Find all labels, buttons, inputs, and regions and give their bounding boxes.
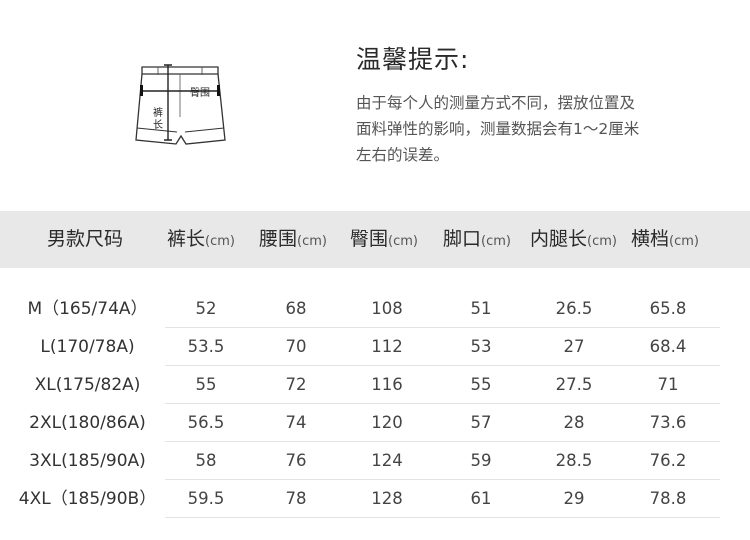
tip-body: 由于每个人的测量方式不同，摆放位置及 面料弹性的影响，测量数据会有1～2厘米 左… bbox=[356, 90, 696, 168]
tip-title: 温馨提示: bbox=[356, 45, 470, 74]
cell-hip: 128 bbox=[371, 489, 403, 508]
header-col-length: 裤长(cm) bbox=[167, 228, 235, 250]
cell-waist: 78 bbox=[285, 489, 307, 508]
tip-line-2: 面料弹性的影响，测量数据会有1～2厘米 bbox=[356, 120, 640, 138]
header-col-hip: 臀围(cm) bbox=[350, 228, 418, 250]
cell-waist: 76 bbox=[285, 451, 307, 470]
cell-leg-opening: 51 bbox=[470, 299, 492, 318]
cell-hip: 124 bbox=[371, 451, 403, 470]
table-row: XL(175/82A) 55 72 116 55 27.5 71 bbox=[0, 366, 750, 404]
cell-length: 56.5 bbox=[187, 413, 225, 432]
cell-rise: 71 bbox=[657, 375, 679, 394]
cell-leg-opening: 61 bbox=[470, 489, 492, 508]
cell-inseam: 28 bbox=[563, 413, 585, 432]
header-size: 男款尺码 bbox=[47, 228, 124, 250]
cell-inseam: 27.5 bbox=[555, 375, 593, 394]
shorts-measurement-diagram: 臀围 裤 长 bbox=[135, 64, 226, 145]
cell-rise: 68.4 bbox=[649, 337, 687, 356]
row-size: L(170/78A) bbox=[40, 337, 135, 357]
cell-waist: 70 bbox=[285, 337, 307, 356]
row-divider bbox=[165, 517, 720, 518]
length-label-top: 裤 bbox=[153, 106, 163, 119]
row-size: 4XL（185/90B） bbox=[18, 489, 157, 509]
length-label-bottom: 长 bbox=[153, 119, 163, 131]
table-row: 3XL(185/90A) 58 76 124 59 28.5 76.2 bbox=[0, 442, 750, 480]
row-size: M（165/74A） bbox=[27, 299, 148, 319]
row-size: 2XL(180/86A) bbox=[29, 413, 146, 433]
cell-waist: 74 bbox=[285, 413, 307, 432]
cell-length: 53.5 bbox=[187, 337, 225, 356]
cell-length: 59.5 bbox=[187, 489, 225, 508]
cell-hip: 108 bbox=[371, 299, 403, 318]
table-row: 4XL（185/90B） 59.5 78 128 61 29 78.8 bbox=[0, 480, 750, 518]
hip-label: 臀围 bbox=[190, 87, 210, 99]
cell-length: 55 bbox=[195, 375, 217, 394]
table-row: 2XL(180/86A) 56.5 74 120 57 28 73.6 bbox=[0, 404, 750, 442]
header-col-leg-opening: 脚口(cm) bbox=[443, 228, 511, 250]
cell-length: 52 bbox=[195, 299, 217, 318]
cell-inseam: 28.5 bbox=[555, 451, 593, 470]
row-size: 3XL(185/90A) bbox=[29, 451, 146, 471]
cell-leg-opening: 57 bbox=[470, 413, 492, 432]
cell-rise: 78.8 bbox=[649, 489, 687, 508]
cell-hip: 116 bbox=[371, 375, 403, 394]
table-row: M（165/74A） 52 68 108 51 26.5 65.8 bbox=[0, 290, 750, 328]
tip-line-3: 左右的误差。 bbox=[356, 146, 450, 164]
cell-hip: 120 bbox=[371, 413, 403, 432]
cell-inseam: 26.5 bbox=[555, 299, 593, 318]
size-chart-page: 臀围 裤 长 温馨提示: 由于每个人的测量方式不同，摆放位置及 面料弹性的影响，… bbox=[0, 0, 750, 540]
header-col-rise: 横档(cm) bbox=[631, 228, 699, 250]
header-col-inseam: 内腿长(cm) bbox=[530, 228, 617, 250]
cell-inseam: 29 bbox=[563, 489, 585, 508]
tip-line-1: 由于每个人的测量方式不同，摆放位置及 bbox=[356, 94, 636, 112]
cell-waist: 68 bbox=[285, 299, 307, 318]
table-row: L(170/78A) 53.5 70 112 53 27 68.4 bbox=[0, 328, 750, 366]
cell-leg-opening: 59 bbox=[470, 451, 492, 470]
cell-rise: 65.8 bbox=[649, 299, 687, 318]
cell-waist: 72 bbox=[285, 375, 307, 394]
row-size: XL(175/82A) bbox=[34, 375, 141, 395]
table-header: 男款尺码 裤长(cm) 腰围(cm) 臀围(cm) 脚口(cm) 内腿长(cm)… bbox=[0, 211, 750, 268]
cell-rise: 73.6 bbox=[649, 413, 687, 432]
cell-length: 58 bbox=[195, 451, 217, 470]
cell-inseam: 27 bbox=[563, 337, 585, 356]
cell-rise: 76.2 bbox=[649, 451, 687, 470]
cell-hip: 112 bbox=[371, 337, 403, 356]
cell-leg-opening: 55 bbox=[470, 375, 492, 394]
cell-leg-opening: 53 bbox=[470, 337, 492, 356]
header-col-waist: 腰围(cm) bbox=[259, 228, 327, 250]
